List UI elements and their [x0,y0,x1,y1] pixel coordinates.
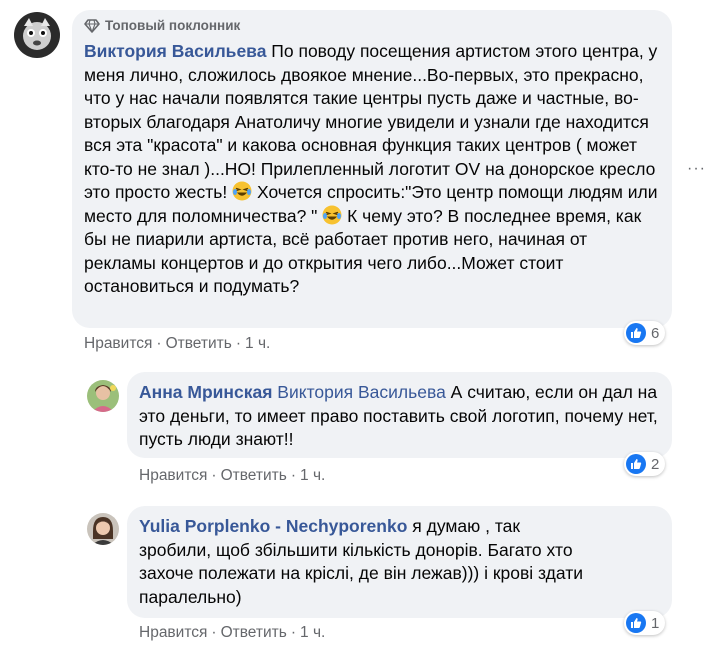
reply-button[interactable]: Ответить [221,624,287,642]
like-icon [626,323,646,343]
comment-actions-3: Нравится · Ответить · 1 ч. [139,624,325,642]
separator: · [211,467,217,484]
comment-author-1[interactable]: Виктория Васильева [84,41,266,61]
timestamp-link[interactable]: 1 ч. [245,335,270,353]
like-button[interactable]: Нравится [139,624,207,642]
separator: · [235,335,242,352]
comment-actions-2: Нравится · Ответить · 1 ч. [139,467,325,485]
comment-bubble-2: Анна Мринская Виктория Васильева А счита… [127,372,672,458]
comment-bubble-3: Yulia Porplenko - Nechyporenko я думаю ,… [127,506,672,618]
separator: · [290,624,297,641]
comment-body-1a: По поводу посещения артистом этого центр… [84,41,658,202]
comment-text-1: Виктория Васильева По поводу посещения а… [84,40,662,299]
timestamp-link[interactable]: 1 ч. [300,467,325,485]
avatar-yulia[interactable] [87,513,119,545]
like-icon [626,613,646,633]
reply-button[interactable]: Ответить [166,335,232,353]
reply-button[interactable]: Ответить [221,467,287,485]
separator: · [156,335,162,352]
diamond-icon [84,18,100,33]
separator: · [211,624,217,641]
separator: · [290,467,297,484]
reaction-count-1[interactable]: 6 [624,321,666,345]
like-button[interactable]: Нравится [139,467,207,485]
like-button[interactable]: Нравится [84,335,152,353]
top-fan-badge[interactable]: Топовый поклонник [84,18,240,33]
reaction-count-2[interactable]: 2 [624,452,666,476]
timestamp-link[interactable]: 1 ч. [300,624,325,642]
comment-bubble-1: Топовый поклонник Виктория Васильева По … [72,10,672,328]
comment-author-2[interactable]: Анна Мринская [139,382,272,402]
reaction-count-value: 1 [651,614,660,632]
comment-text-2: Анна Мринская Виктория Васильева А счита… [139,381,663,452]
more-options-icon[interactable]: ··· [687,160,706,178]
reaction-count-3[interactable]: 1 [624,611,666,635]
mention-link[interactable]: Виктория Васильева [277,382,446,402]
comment-author-3[interactable]: Yulia Porplenko - Nechyporenko [139,516,407,536]
laughing-crying-emoji-icon [322,205,342,224]
avatar-viktoria[interactable] [14,12,60,58]
comment-actions-1: Нравится · Ответить · 1 ч. [84,335,270,353]
reaction-count-value: 2 [651,455,660,473]
like-icon [626,454,646,474]
avatar-anna[interactable] [87,380,119,412]
comment-text-3: Yulia Porplenko - Nechyporenko я думаю ,… [139,515,589,609]
badge-label: Топовый поклонник [105,18,241,33]
laughing-crying-emoji-icon [232,181,252,201]
reaction-count-value: 6 [651,324,660,342]
